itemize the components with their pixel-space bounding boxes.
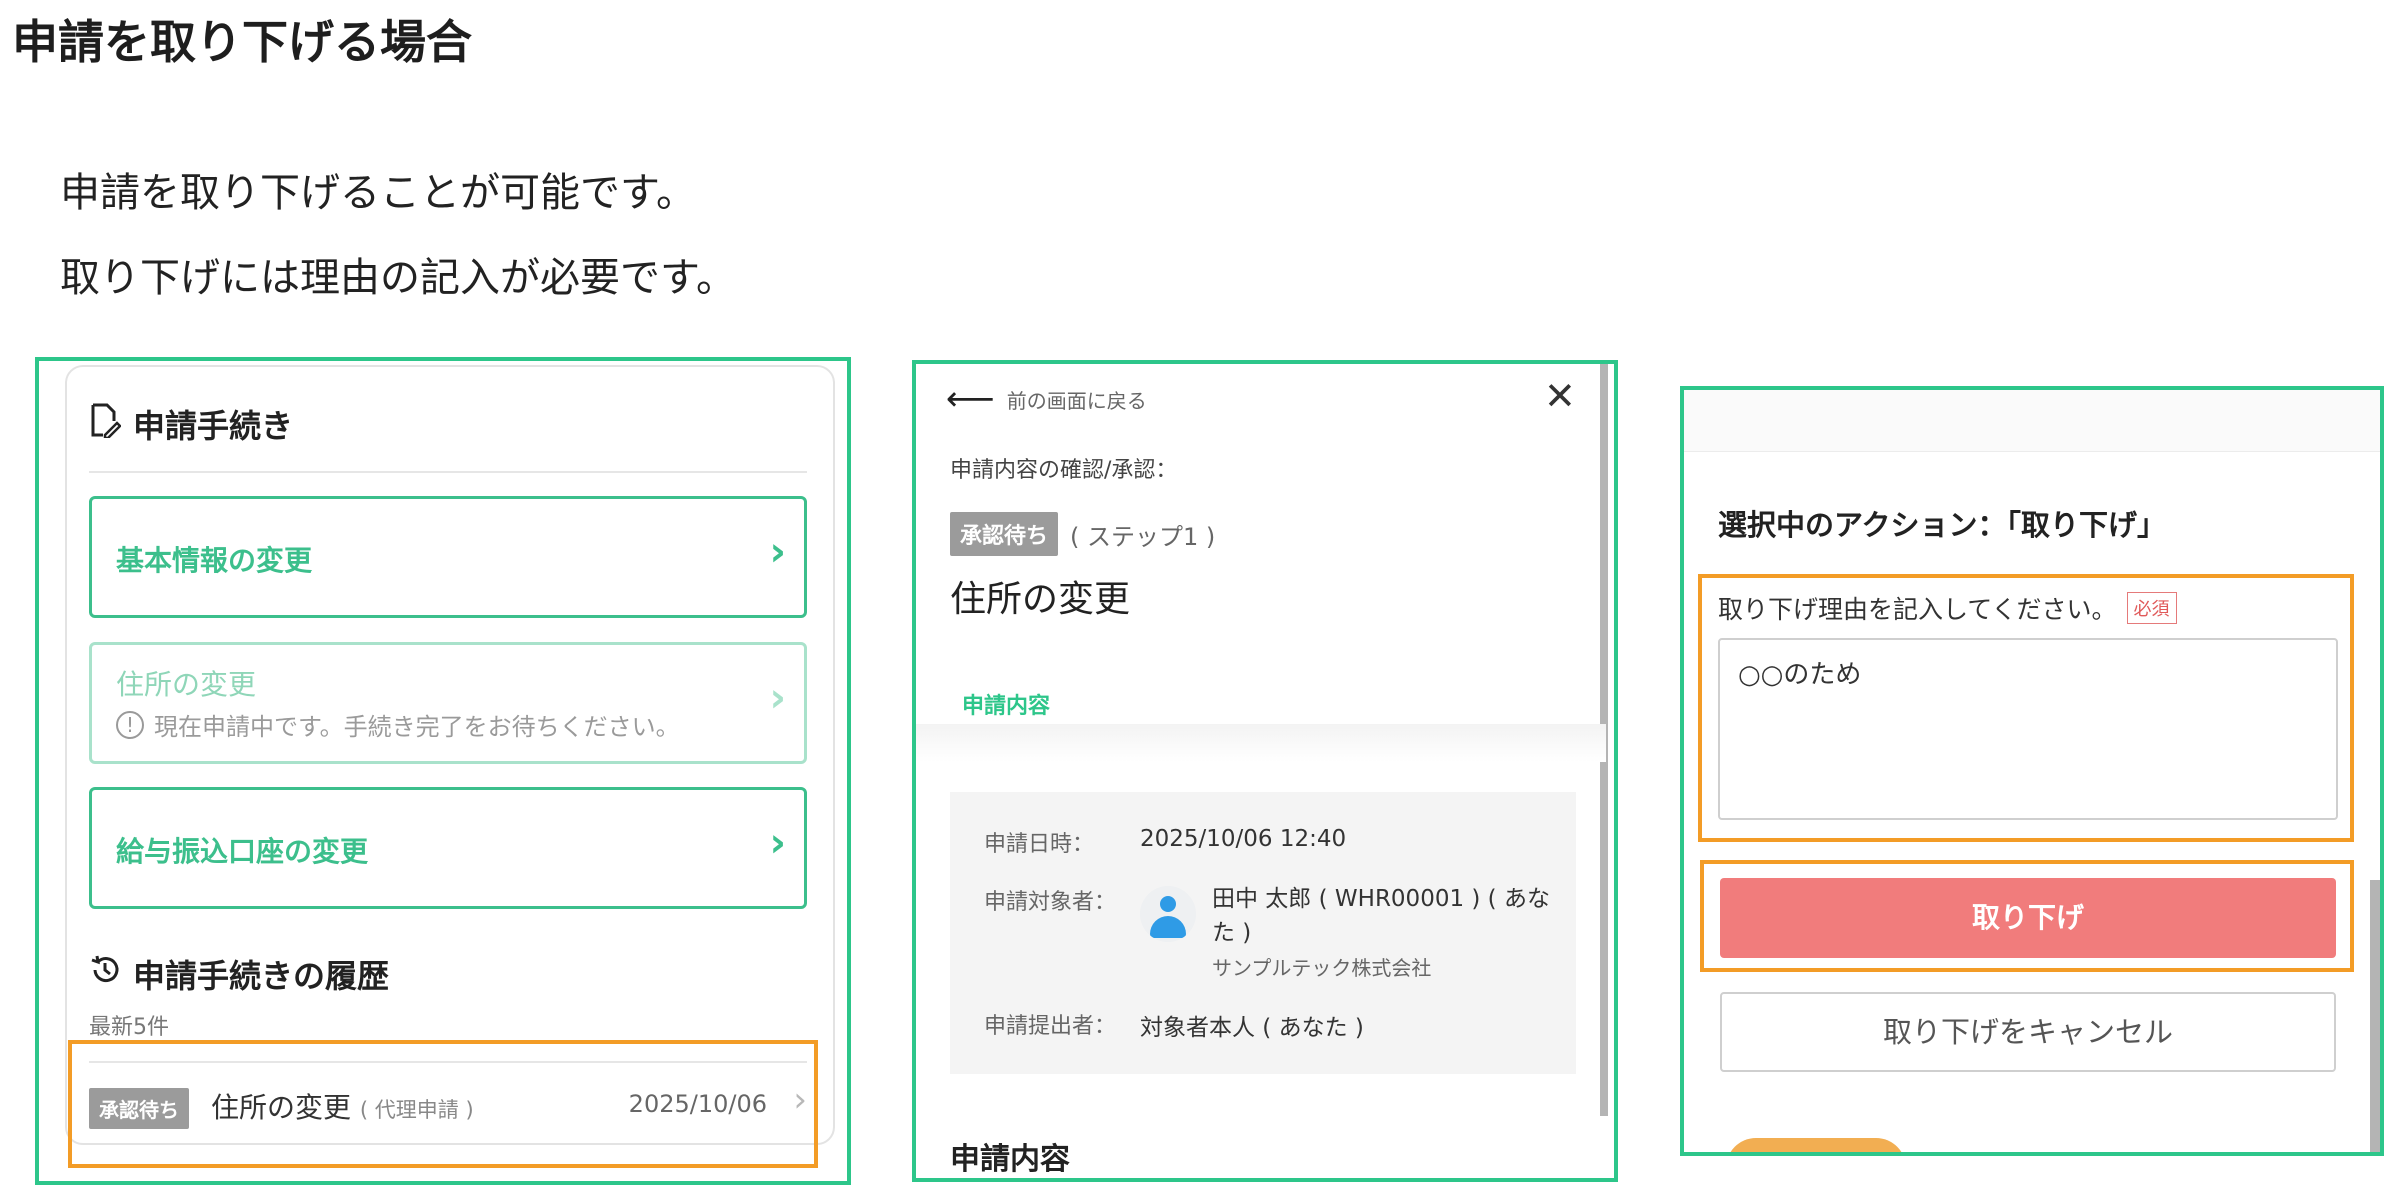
divider — [89, 1061, 807, 1063]
close-icon[interactable]: ✕ — [1544, 374, 1576, 418]
chevron-right-icon: › — [769, 820, 786, 866]
pending-note: ! 現在申請中です。手続き完了をお待ちください。 — [116, 707, 680, 742]
pending-note-text: 現在申請中です。手続き完了をお待ちください。 — [154, 713, 680, 741]
history-title: 申請手続きの履歴 — [89, 951, 389, 997]
menu-item-label: 給与振込口座の変更 — [116, 835, 369, 868]
divider — [89, 471, 807, 473]
menu-item-basic-info[interactable]: 基本情報の変更 › — [89, 496, 807, 618]
chevron-right-icon: › — [769, 675, 786, 721]
request-content-heading: 申請内容 — [950, 1142, 1070, 1177]
procedures-title-text: 申請手続き — [133, 407, 294, 445]
partially-visible-button[interactable] — [1726, 1138, 1906, 1152]
history-item-date: 2025/10/06 — [628, 1090, 767, 1118]
history-title-text: 申請手続きの履歴 — [133, 957, 390, 995]
selected-action-label: 選択中のアクション：「取り下げ」 — [1718, 508, 2167, 542]
menu-item-label: 基本情報の変更 — [116, 544, 313, 577]
request-submitter-value: 対象者本人 ( あなた ) — [1140, 1015, 1364, 1041]
request-submitter-label: 申請提出者： — [984, 1014, 1117, 1039]
intro-text-1: 申請を取り下げることが可能です。 — [60, 170, 696, 216]
request-date-label: 申請日時： — [984, 832, 1095, 857]
menu-item-address-change: 住所の変更 ! 現在申請中です。手続き完了をお待ちください。 › — [89, 642, 807, 764]
cancel-withdraw-button[interactable]: 取り下げをキャンセル — [1720, 992, 2336, 1072]
back-link-label: 前の画面に戻る — [1006, 388, 1147, 413]
status-badge: 承認待ち — [89, 1088, 189, 1129]
scrollbar[interactable] — [2370, 880, 2380, 1152]
history-item-title: 住所の変更 — [211, 1091, 352, 1124]
document-edit-icon — [89, 402, 122, 446]
reason-label-text: 取り下げ理由を記入してください。 — [1718, 595, 2117, 624]
history-icon — [89, 954, 121, 994]
request-target-value: 田中 太郎 ( WHR00001 ) ( あなた ) — [1212, 886, 1550, 946]
required-badge: 必須 — [2126, 592, 2177, 624]
status-row: 承認待ち ( ステップ1 ) — [950, 512, 1215, 556]
screenshot-request-detail-panel: ⟵ 前の画面に戻る ✕ 申請内容の確認/承認： 承認待ち ( ステップ1 ) 住… — [912, 360, 1618, 1182]
request-info-box: 申請日時： 2025/10/06 12:40 申請対象者： 田中 太郎 ( WH… — [950, 792, 1576, 1074]
history-item[interactable]: 承認待ち 住所の変更 ( 代理申請 ) 2025/10/06 › — [89, 1076, 807, 1136]
reason-textarea[interactable]: ○○のため — [1718, 638, 2338, 820]
history-item-sub: ( 代理申請 ) — [359, 1098, 474, 1122]
menu-item-bank-account[interactable]: 給与振込口座の変更 › — [89, 787, 807, 909]
tab-bar-shadow — [916, 724, 1606, 762]
menu-item-label: 住所の変更 — [116, 668, 257, 701]
request-date-value: 2025/10/06 12:40 — [1140, 826, 1347, 852]
step-label: ( ステップ1 ) — [1070, 522, 1216, 551]
chevron-right-icon: › — [793, 1080, 807, 1120]
screenshot-withdraw-panel: 選択中のアクション：「取り下げ」 取り下げ理由を記入してください。 必須 ○○の… — [1680, 386, 2384, 1156]
intro-text-2: 取り下げには理由の記入が必要です。 — [60, 255, 736, 301]
page-heading: 申請を取り下げる場合 — [12, 15, 472, 69]
screenshot-procedures-panel: 申請手続き 基本情報の変更 › 住所の変更 ! 現在申請中です。手続き完了をお待… — [35, 357, 851, 1185]
request-target-label: 申請対象者： — [984, 890, 1117, 915]
history-subtitle: 最新5件 — [89, 1015, 169, 1040]
request-title: 住所の変更 — [950, 579, 1131, 620]
status-badge: 承認待ち — [950, 512, 1059, 556]
info-icon: ! — [116, 710, 144, 739]
user-avatar-icon — [1140, 886, 1196, 942]
section-label: 申請内容の確認/承認： — [950, 458, 1178, 483]
reason-label: 取り下げ理由を記入してください。 必須 — [1718, 590, 2177, 626]
back-link[interactable]: ⟵ 前の画面に戻る — [946, 382, 1147, 416]
withdraw-button[interactable]: 取り下げ — [1720, 878, 2336, 958]
procedures-title: 申請手続き — [89, 401, 293, 447]
panel-header-band — [1684, 390, 2380, 452]
chevron-right-icon: › — [769, 529, 786, 575]
back-arrow-icon: ⟵ — [946, 379, 995, 419]
history-item-name: 住所の変更 ( 代理申請 ) — [211, 1086, 474, 1126]
tab-request-content[interactable]: 申請内容 — [962, 688, 1051, 729]
request-target-company: サンプルテック株式会社 — [1212, 956, 1432, 980]
